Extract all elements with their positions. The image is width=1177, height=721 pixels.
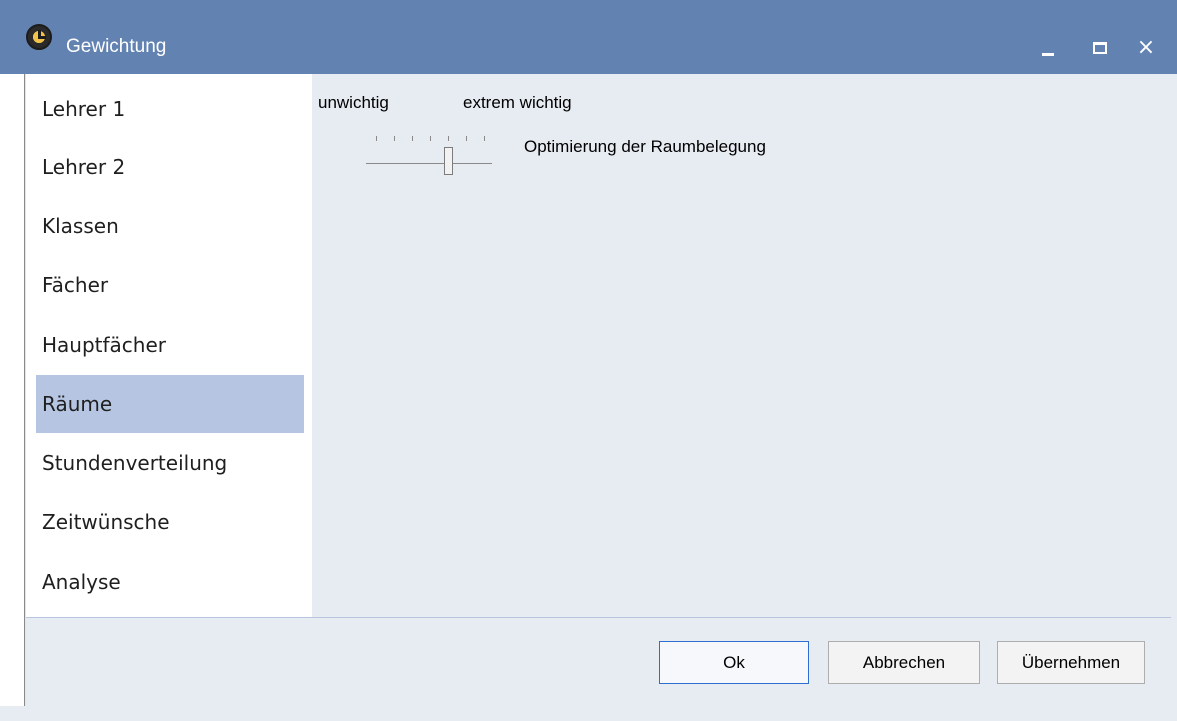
close-button[interactable]: ×: [1127, 30, 1165, 64]
maximize-button[interactable]: [1081, 30, 1119, 64]
slider-tick: [430, 136, 431, 141]
sidebar-item-lehrer-2[interactable]: Lehrer 2: [36, 138, 304, 196]
slider-tick: [412, 136, 413, 141]
clock-icon: [26, 24, 52, 50]
sidebar-item-zeitwuensche[interactable]: Zeitwünsche: [36, 493, 304, 551]
slider-tick: [376, 136, 377, 141]
slider-tick: [484, 136, 485, 141]
minimize-button[interactable]: [1029, 30, 1067, 64]
dialog-window: Gewichtung × Lehrer 1 Lehrer 2 Klassen F…: [0, 0, 1177, 721]
sidebar-item-analyse[interactable]: Analyse: [36, 553, 304, 611]
scale-low-label: unwichtig: [318, 93, 389, 112]
right-frame: [1171, 74, 1177, 706]
sidebar-item-hauptfaecher[interactable]: Hauptfächer: [36, 316, 304, 374]
sidebar-item-raeume[interactable]: Räume: [36, 375, 304, 433]
slider-label: Optimierung der Raumbelegung: [524, 137, 766, 156]
left-frame: [0, 74, 25, 706]
title-bar[interactable]: Gewichtung ×: [0, 0, 1177, 74]
slider-tick: [394, 136, 395, 141]
bottom-frame: [0, 706, 1177, 721]
close-icon: ×: [1136, 35, 1156, 60]
slider-tick: [448, 136, 449, 141]
maximize-icon: [1093, 42, 1107, 55]
cancel-button[interactable]: Abbrechen: [828, 641, 980, 684]
category-list: Lehrer 1 Lehrer 2 Klassen Fächer Hauptfä…: [26, 74, 312, 618]
slider-track: [366, 163, 492, 164]
sidebar-item-lehrer-1[interactable]: Lehrer 1: [36, 80, 304, 138]
raumbelegung-slider[interactable]: [366, 130, 492, 180]
sidebar-item-klassen[interactable]: Klassen: [36, 197, 304, 255]
scale-high-label: extrem wichtig: [463, 93, 572, 112]
minimize-icon: [1042, 52, 1054, 56]
slider-tick: [466, 136, 467, 141]
ok-button[interactable]: Ok: [659, 641, 809, 684]
sidebar-item-stundenverteilung[interactable]: Stundenverteilung: [36, 434, 304, 492]
slider-thumb[interactable]: [444, 147, 453, 175]
apply-button[interactable]: Übernehmen: [997, 641, 1145, 684]
window-title: Gewichtung: [66, 36, 167, 57]
sidebar-item-faecher[interactable]: Fächer: [36, 256, 304, 314]
